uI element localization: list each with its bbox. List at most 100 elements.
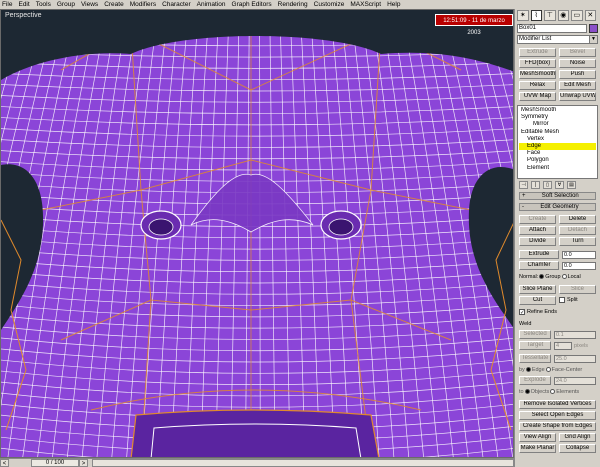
object-name-field[interactable]: Box01 bbox=[517, 24, 587, 33]
stack-item-vertex[interactable]: Vertex bbox=[519, 136, 596, 143]
edge-radio[interactable] bbox=[525, 367, 531, 372]
menu-customize[interactable]: Customize bbox=[314, 0, 345, 9]
modifier-list-label: Modifier List bbox=[519, 36, 552, 42]
push-button[interactable]: Push bbox=[559, 70, 596, 79]
extrude-button[interactable]: Extrude bbox=[519, 48, 556, 57]
explode-spinner[interactable]: 24.0 bbox=[554, 376, 596, 385]
stack-item-face[interactable]: Face bbox=[519, 150, 596, 157]
menu-edit[interactable]: Edit bbox=[18, 0, 29, 9]
viewport-label[interactable]: Perspective bbox=[5, 12, 42, 19]
detach-button[interactable]: Detach bbox=[559, 226, 596, 235]
collapse-button[interactable]: Collapse bbox=[559, 444, 596, 453]
extrude-button[interactable]: Extrude bbox=[519, 250, 559, 259]
normal-label: Normal: bbox=[519, 273, 539, 280]
grid-align-button[interactable]: Grid Align bbox=[559, 433, 596, 442]
stack-item-polygon[interactable]: Polygon bbox=[519, 157, 596, 164]
utilities-icon[interactable]: ✕ bbox=[584, 10, 596, 21]
weld-target-spinner[interactable]: 4 bbox=[554, 341, 572, 350]
modifier-list-dropdown[interactable]: Modifier List ▼ bbox=[517, 35, 598, 44]
next-frame-button[interactable]: > bbox=[79, 459, 88, 467]
unwrap-uvw-button[interactable]: Unwrap UVW bbox=[559, 92, 596, 101]
prev-frame-button[interactable]: < bbox=[0, 459, 9, 467]
chamfer-spinner[interactable]: 0.0 bbox=[562, 261, 596, 270]
tessellate-button[interactable]: Tessellate bbox=[519, 354, 551, 363]
slice-plane-button[interactable]: Slice Plane bbox=[519, 285, 556, 294]
noise-button[interactable]: Noise bbox=[559, 59, 596, 68]
stack-item-meshsmooth[interactable]: MeshSmooth bbox=[519, 107, 596, 114]
motion-icon[interactable]: ◉ bbox=[557, 10, 569, 21]
group-radio[interactable] bbox=[539, 274, 545, 279]
stack-tools: ⊣ | ▯ ∀ ▤ bbox=[519, 181, 596, 189]
meshsmooth-button[interactable]: MeshSmooth bbox=[519, 70, 556, 79]
show-end-result-icon[interactable]: | bbox=[531, 181, 540, 189]
menu-graph-editors[interactable]: Graph Editors bbox=[232, 0, 272, 9]
menu-tools[interactable]: Tools bbox=[36, 0, 51, 9]
bevel-button[interactable]: Bevel bbox=[559, 48, 596, 57]
remove-isolated-vertices-button[interactable]: Remove Isolated Vertices bbox=[519, 400, 596, 409]
divide-button[interactable]: Divide bbox=[519, 237, 556, 246]
tessellate-spinner[interactable]: 25.0 bbox=[554, 354, 596, 363]
mesh-render[interactable] bbox=[1, 10, 514, 458]
split-checkbox[interactable] bbox=[559, 296, 565, 303]
relax-button[interactable]: Relax bbox=[519, 81, 556, 90]
menu-maxscript[interactable]: MAXScript bbox=[350, 0, 381, 9]
local-radio[interactable] bbox=[561, 274, 567, 279]
uvw-map-button[interactable]: UVW Map bbox=[519, 92, 556, 101]
create-icon[interactable]: ✶ bbox=[517, 10, 529, 21]
create-shape-from-edges-button[interactable]: Create Shape from Edges bbox=[519, 422, 596, 431]
object-color-swatch[interactable] bbox=[589, 24, 598, 33]
weld-selected-button[interactable]: Selected bbox=[519, 330, 551, 339]
menu-bar: File Edit Tools Group Views Create Modifiers Ch… bbox=[0, 0, 600, 9]
timeline-track[interactable] bbox=[92, 459, 514, 467]
extrude-spinner[interactable]: 0.0 bbox=[562, 250, 596, 259]
delete-button[interactable]: Delete bbox=[559, 215, 596, 224]
select-open-edges-button[interactable]: Select Open Edges bbox=[519, 411, 596, 420]
edit-geometry-rollout[interactable]: - Edit Geometry bbox=[519, 203, 596, 211]
weld-target-button[interactable]: Target bbox=[519, 341, 551, 350]
slice-button[interactable]: Slice bbox=[559, 285, 596, 294]
modifier-stack[interactable]: MeshSmooth Symmetry Mirror Editable Mesh Ver… bbox=[517, 105, 598, 179]
stack-item-element[interactable]: Element bbox=[519, 165, 596, 172]
perspective-viewport[interactable]: Perspective 12:51:09 - 11 de marzo 2003 bbox=[0, 9, 514, 458]
chamfer-button[interactable]: Chamfer bbox=[519, 261, 559, 270]
menu-help[interactable]: Help bbox=[387, 0, 400, 9]
refine-ends-option[interactable]: ✓ Refine Ends bbox=[519, 307, 596, 316]
remove-modifier-icon[interactable]: ∀ bbox=[555, 181, 564, 189]
view-align-button[interactable]: View Align bbox=[519, 433, 556, 442]
stack-item-symmetry[interactable]: Symmetry bbox=[519, 114, 596, 121]
make-planar-button[interactable]: Make Planar bbox=[519, 444, 556, 453]
soft-selection-rollout[interactable]: + Soft Selection bbox=[519, 192, 596, 200]
weld-selected-spinner[interactable]: 0.1 bbox=[554, 330, 596, 339]
objects-radio[interactable] bbox=[524, 389, 530, 394]
stack-item-editable-mesh[interactable]: Editable Mesh bbox=[519, 129, 596, 136]
attach-button[interactable]: Attach bbox=[519, 226, 556, 235]
cut-button[interactable]: Cut bbox=[519, 296, 556, 305]
refine-ends-checkbox[interactable]: ✓ bbox=[519, 308, 525, 316]
menu-modifiers[interactable]: Modifiers bbox=[130, 0, 156, 9]
face-center-radio[interactable] bbox=[545, 367, 551, 372]
stack-item-mirror[interactable]: Mirror bbox=[519, 121, 596, 128]
configure-sets-icon[interactable]: ▤ bbox=[567, 181, 576, 189]
menu-file[interactable]: File bbox=[2, 0, 12, 9]
hierarchy-icon[interactable]: ⊤ bbox=[544, 10, 556, 21]
ffd-box--button[interactable]: FFD(box) bbox=[519, 59, 556, 68]
menu-animation[interactable]: Animation bbox=[197, 0, 226, 9]
modify-icon[interactable]: ⌇ bbox=[530, 10, 542, 21]
menu-character[interactable]: Character bbox=[162, 0, 191, 9]
frame-slider[interactable]: 0 / 100 bbox=[31, 459, 79, 467]
menu-create[interactable]: Create bbox=[104, 0, 124, 9]
menu-group[interactable]: Group bbox=[57, 0, 75, 9]
menu-rendering[interactable]: Rendering bbox=[278, 0, 308, 9]
explode-button[interactable]: Explode bbox=[519, 376, 551, 385]
menu-views[interactable]: Views bbox=[81, 0, 98, 9]
pin-stack-icon[interactable]: ⊣ bbox=[519, 181, 528, 189]
make-unique-icon[interactable]: ▯ bbox=[543, 181, 552, 189]
create-button[interactable]: Create bbox=[519, 215, 556, 224]
turn-button[interactable]: Turn bbox=[559, 237, 596, 246]
stack-item-edge[interactable]: Edge bbox=[519, 142, 596, 151]
elements-radio[interactable] bbox=[550, 389, 556, 394]
display-icon[interactable]: ▭ bbox=[571, 10, 583, 21]
local-label: Local bbox=[567, 273, 581, 280]
split-option[interactable]: Split bbox=[559, 296, 596, 305]
edit-mesh-button[interactable]: Edit Mesh bbox=[559, 81, 596, 90]
